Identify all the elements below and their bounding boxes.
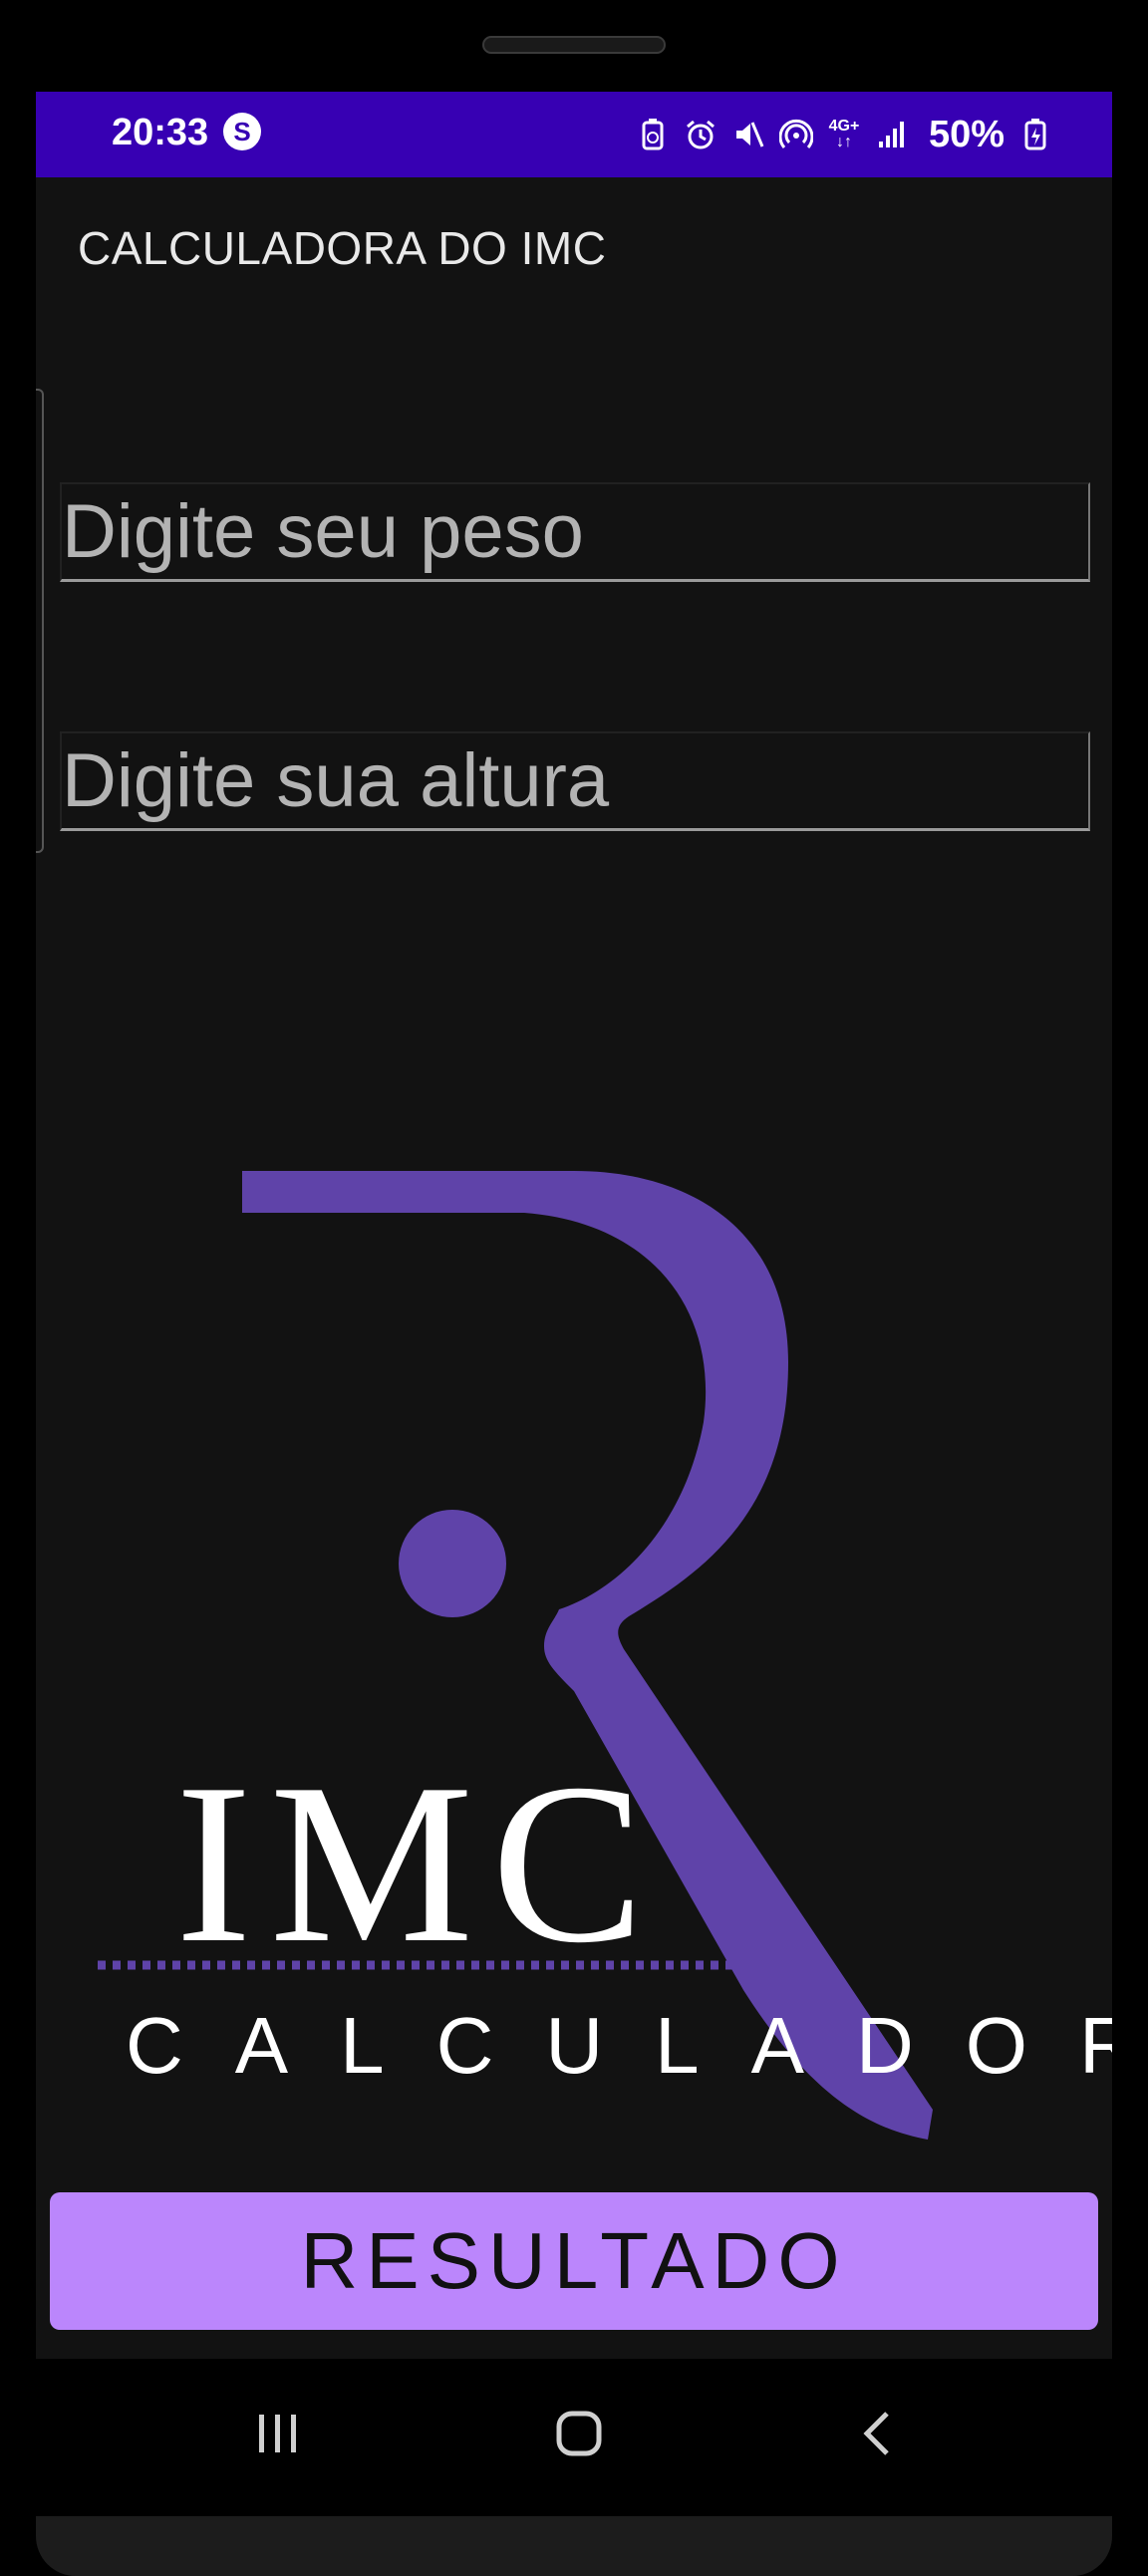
status-time: 20:33 [112, 112, 209, 153]
battery-percent: 50% [928, 113, 1004, 155]
hotspot-icon [778, 118, 813, 151]
s-app-icon: S [223, 113, 261, 150]
network-label: 4G+ [828, 118, 860, 135]
logo-word: IMC [175, 1736, 663, 1990]
result-button[interactable]: RESULTADO [50, 2192, 1098, 2330]
phone-frame: 20:33 S 4G+ ↓↑ 50% CALCULADORA DO IMC Di… [0, 0, 1148, 2576]
edge-handle[interactable] [36, 389, 44, 853]
r-logo-mark [242, 1171, 933, 2140]
navigation-bar [0, 2359, 1148, 2508]
height-input[interactable] [60, 731, 1090, 831]
home-icon[interactable] [544, 2399, 614, 2468]
signal-icon [875, 118, 909, 151]
battery-charging-icon [1018, 118, 1052, 151]
alarm-icon [684, 118, 718, 151]
imc-calculator-logo: IMC CALCULADORA [98, 1171, 1112, 2140]
mute-icon [731, 118, 765, 151]
network-4g-icon: 4G+ ↓↑ [828, 118, 860, 150]
weight-input[interactable] [60, 482, 1090, 582]
status-icons: 4G+ ↓↑ 50% [636, 110, 1052, 159]
status-bar: 20:33 S 4G+ ↓↑ 50% [36, 92, 1112, 177]
recent-apps-icon[interactable] [243, 2399, 313, 2468]
back-icon[interactable] [843, 2399, 913, 2468]
page-title: CALCULADORA DO IMC [78, 222, 607, 274]
app-screen: 20:33 S 4G+ ↓↑ 50% CALCULADORA DO IMC Di… [36, 92, 1112, 2359]
logo-subtitle: CALCULADORA [126, 2001, 1112, 2090]
phone-bottom-bezel [36, 2516, 1112, 2576]
battery-saver-icon [636, 118, 670, 151]
earpiece-speaker [482, 36, 666, 54]
